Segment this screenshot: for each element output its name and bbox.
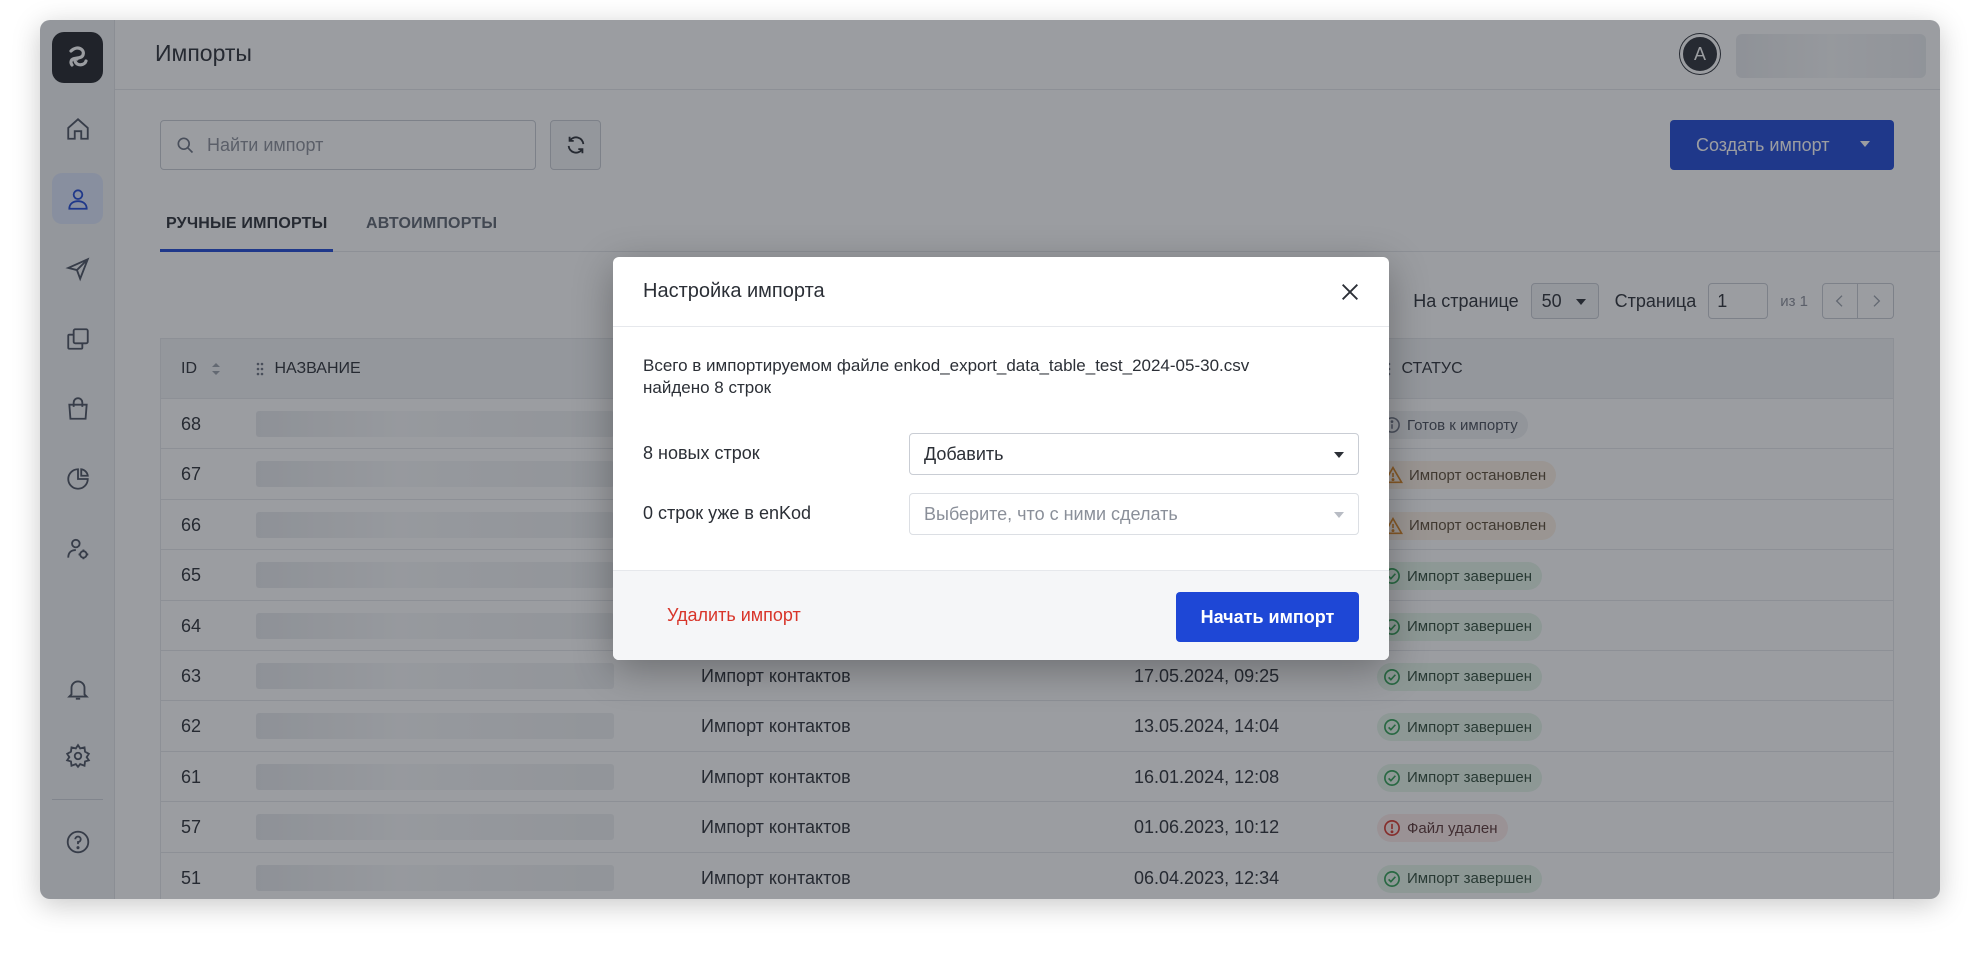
chevron-down-icon bbox=[1334, 512, 1344, 518]
new-rows-text: новых строк bbox=[653, 443, 760, 463]
existing-rows-count: 0 bbox=[643, 503, 654, 523]
close-icon bbox=[1342, 284, 1358, 300]
chevron-down-icon bbox=[1334, 452, 1344, 458]
new-rows-label: 8 новых строк bbox=[643, 443, 760, 464]
modal-header: Настройка импорта bbox=[613, 257, 1389, 327]
found-count: 8 строк bbox=[714, 378, 772, 397]
existing-rows-placeholder: Выберите, что с ними сделать bbox=[924, 504, 1178, 524]
existing-rows-action-select[interactable]: Выберите, что с ними сделать bbox=[909, 493, 1359, 535]
existing-rows-label: 0 строк уже в enKod bbox=[643, 503, 811, 524]
new-rows-action-value: Добавить bbox=[924, 444, 1004, 464]
close-button[interactable] bbox=[1335, 277, 1365, 307]
existing-rows-text: строк уже в enKod bbox=[653, 503, 812, 523]
app-window: Импорты A Создать импорт РУЧНЫЕ ИМПОРТЫ … bbox=[40, 20, 1940, 899]
summary-prefix: Всего в импортируемом файле bbox=[643, 356, 894, 375]
start-import-button[interactable]: Начать импорт bbox=[1176, 592, 1359, 642]
modal-body: Всего в импортируемом файле enkod_export… bbox=[643, 355, 1359, 535]
new-rows-action-select[interactable]: Добавить bbox=[909, 433, 1359, 475]
file-name: enkod_export_data_table_test_2024-05-30.… bbox=[893, 356, 1250, 375]
existing-rows-option: 0 строк уже в enKod Выберите, что с ними… bbox=[643, 493, 1359, 535]
modal-title: Настройка импорта bbox=[643, 280, 825, 302]
new-rows-count: 8 bbox=[643, 443, 654, 463]
delete-import-button[interactable]: Удалить импорт bbox=[667, 605, 801, 626]
import-summary: Всего в импортируемом файле enkod_export… bbox=[643, 355, 1359, 399]
new-rows-option: 8 новых строк Добавить bbox=[643, 433, 1359, 475]
found-prefix: найдено bbox=[643, 378, 715, 397]
modal-footer: Удалить импорт Начать импорт bbox=[613, 570, 1389, 660]
import-settings-modal: Настройка импорта Всего в импортируемом … bbox=[613, 257, 1389, 660]
